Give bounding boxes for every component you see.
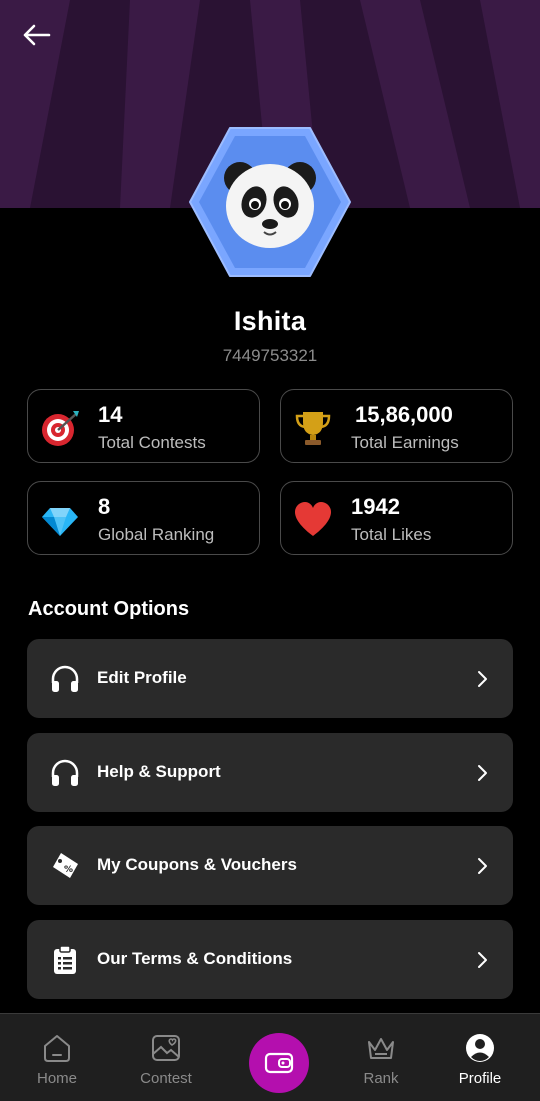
option-label: Our Terms & Conditions bbox=[97, 949, 293, 968]
stat-value: 8 bbox=[98, 494, 111, 519]
avatar bbox=[188, 126, 352, 278]
stat-label: Total Contests bbox=[98, 433, 206, 452]
chevron-right-icon bbox=[478, 952, 487, 968]
user-name: Ishita bbox=[233, 306, 307, 336]
chevron-right-icon bbox=[478, 765, 487, 781]
stat-label: Total Likes bbox=[351, 525, 432, 544]
option-label: Help & Support bbox=[97, 762, 221, 781]
stat-label: Global Ranking bbox=[98, 525, 215, 544]
back-button[interactable] bbox=[18, 20, 54, 50]
stat-card-total-contests: 14 Total Contests bbox=[27, 389, 260, 463]
diamond-icon bbox=[42, 508, 78, 536]
coupons-vouchers-option[interactable]: % My Coupons & Vouchers bbox=[27, 826, 513, 905]
nav-profile[interactable]: Profile bbox=[430, 1032, 530, 1092]
terms-conditions-option[interactable]: Our Terms & Conditions bbox=[27, 920, 513, 999]
target-icon bbox=[42, 411, 79, 446]
nav-contest[interactable]: Contest bbox=[116, 1032, 216, 1092]
stat-value: 14 bbox=[98, 402, 123, 427]
contest-icon bbox=[152, 1035, 180, 1061]
coupon-icon: % bbox=[53, 853, 78, 878]
user-phone: 7449753321 bbox=[222, 346, 318, 365]
home-icon bbox=[44, 1035, 70, 1062]
wallet-icon bbox=[264, 1052, 294, 1074]
stat-label: Total Earnings bbox=[351, 433, 459, 452]
crown-icon bbox=[368, 1038, 394, 1059]
svg-text:%: % bbox=[64, 865, 73, 875]
stat-card-total-earnings: 15,86,000 Total Earnings bbox=[280, 389, 513, 463]
stat-value: 1942 bbox=[351, 494, 400, 519]
arrow-left-icon bbox=[23, 24, 51, 46]
chevron-right-icon bbox=[478, 858, 487, 874]
user-icon bbox=[466, 1034, 494, 1062]
heart-icon bbox=[295, 502, 331, 536]
option-label: Edit Profile bbox=[97, 668, 187, 687]
edit-profile-option[interactable]: Edit Profile bbox=[27, 639, 513, 718]
headphones-icon bbox=[51, 665, 79, 692]
account-options-title: Account Options bbox=[28, 598, 190, 620]
wallet-button[interactable] bbox=[249, 1033, 309, 1093]
headphones-icon bbox=[51, 759, 79, 786]
stat-card-total-likes: 1942 Total Likes bbox=[280, 481, 513, 555]
nav-rank[interactable]: Rank bbox=[331, 1032, 431, 1092]
nav-home[interactable]: Home bbox=[7, 1032, 107, 1092]
nav-label: Contest bbox=[140, 1070, 192, 1087]
trophy-icon bbox=[295, 412, 331, 445]
option-label: My Coupons & Vouchers bbox=[97, 855, 297, 874]
nav-label: Home bbox=[36, 1070, 77, 1087]
chevron-right-icon bbox=[478, 671, 487, 687]
clipboard-icon bbox=[54, 945, 76, 974]
nav-label: Profile bbox=[458, 1070, 502, 1087]
bottom-navigation: Home Contest Rank Profile bbox=[0, 1013, 540, 1101]
help-support-option[interactable]: Help & Support bbox=[27, 733, 513, 812]
nav-label: Rank bbox=[363, 1070, 399, 1087]
stat-value: 15,86,000 bbox=[355, 402, 453, 427]
stat-card-global-ranking: 8 Global Ranking bbox=[27, 481, 260, 555]
